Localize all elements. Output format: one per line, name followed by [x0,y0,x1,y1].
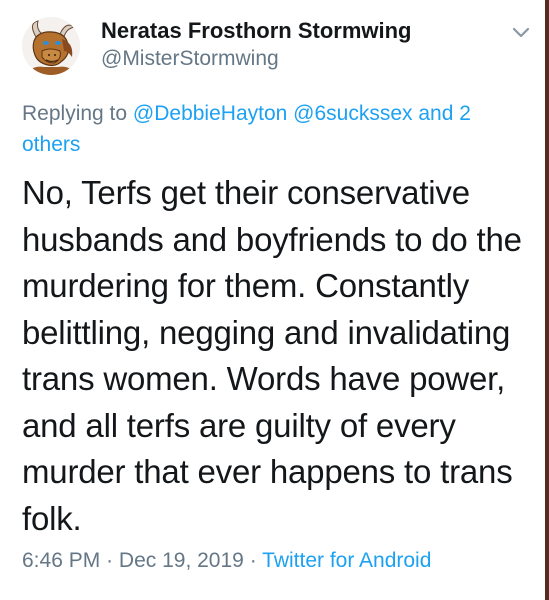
user-handle[interactable]: @MisterStormwing [101,47,279,71]
tweet-text: No, Terfs get their conservative husband… [22,170,545,542]
tweet-date[interactable]: Dec 19, 2019 [119,549,244,572]
dragon-avatar-icon [22,17,80,75]
display-name[interactable]: Neratas Frosthorn Stormwing [101,18,411,44]
tweet-line: trans women. Words have power, [22,360,506,397]
meta-separator: · [106,549,114,572]
tweet-line: and all terfs are guilty of every [22,406,456,444]
tweet-line: murder that ever happens to trans [22,453,513,490]
mention-link[interactable]: @6suckssex [293,102,412,125]
replying-prefix: Replying to [22,102,128,125]
and-others-text: and 2 [418,102,471,125]
tweet-line: murdering for them. Constantly [22,267,470,304]
avatar[interactable] [22,17,80,75]
tweet-line: belittling, negging and invalidating [22,313,511,351]
tweet-line: folk. [22,499,82,537]
mention-link[interactable]: @DebbieHayton [133,102,287,125]
replying-to: Replying to @DebbieHayton @6suckssex and… [22,98,522,160]
others-text: others [22,133,81,156]
tweet-meta: 6:46 PM · Dec 19, 2019 · Twitter for And… [22,549,431,573]
tweet-line: husbands and boyfriends to do the [22,220,522,258]
tweet-card: Neratas Frosthorn Stormwing @MisterStorm… [0,0,549,600]
tweet-time[interactable]: 6:46 PM [22,549,100,572]
tweet-line: No, Terfs get their conservative [22,174,470,211]
chevron-down-icon[interactable] [511,22,531,42]
meta-separator: · [249,549,257,572]
tweet-source-link[interactable]: Twitter for Android [262,549,431,572]
